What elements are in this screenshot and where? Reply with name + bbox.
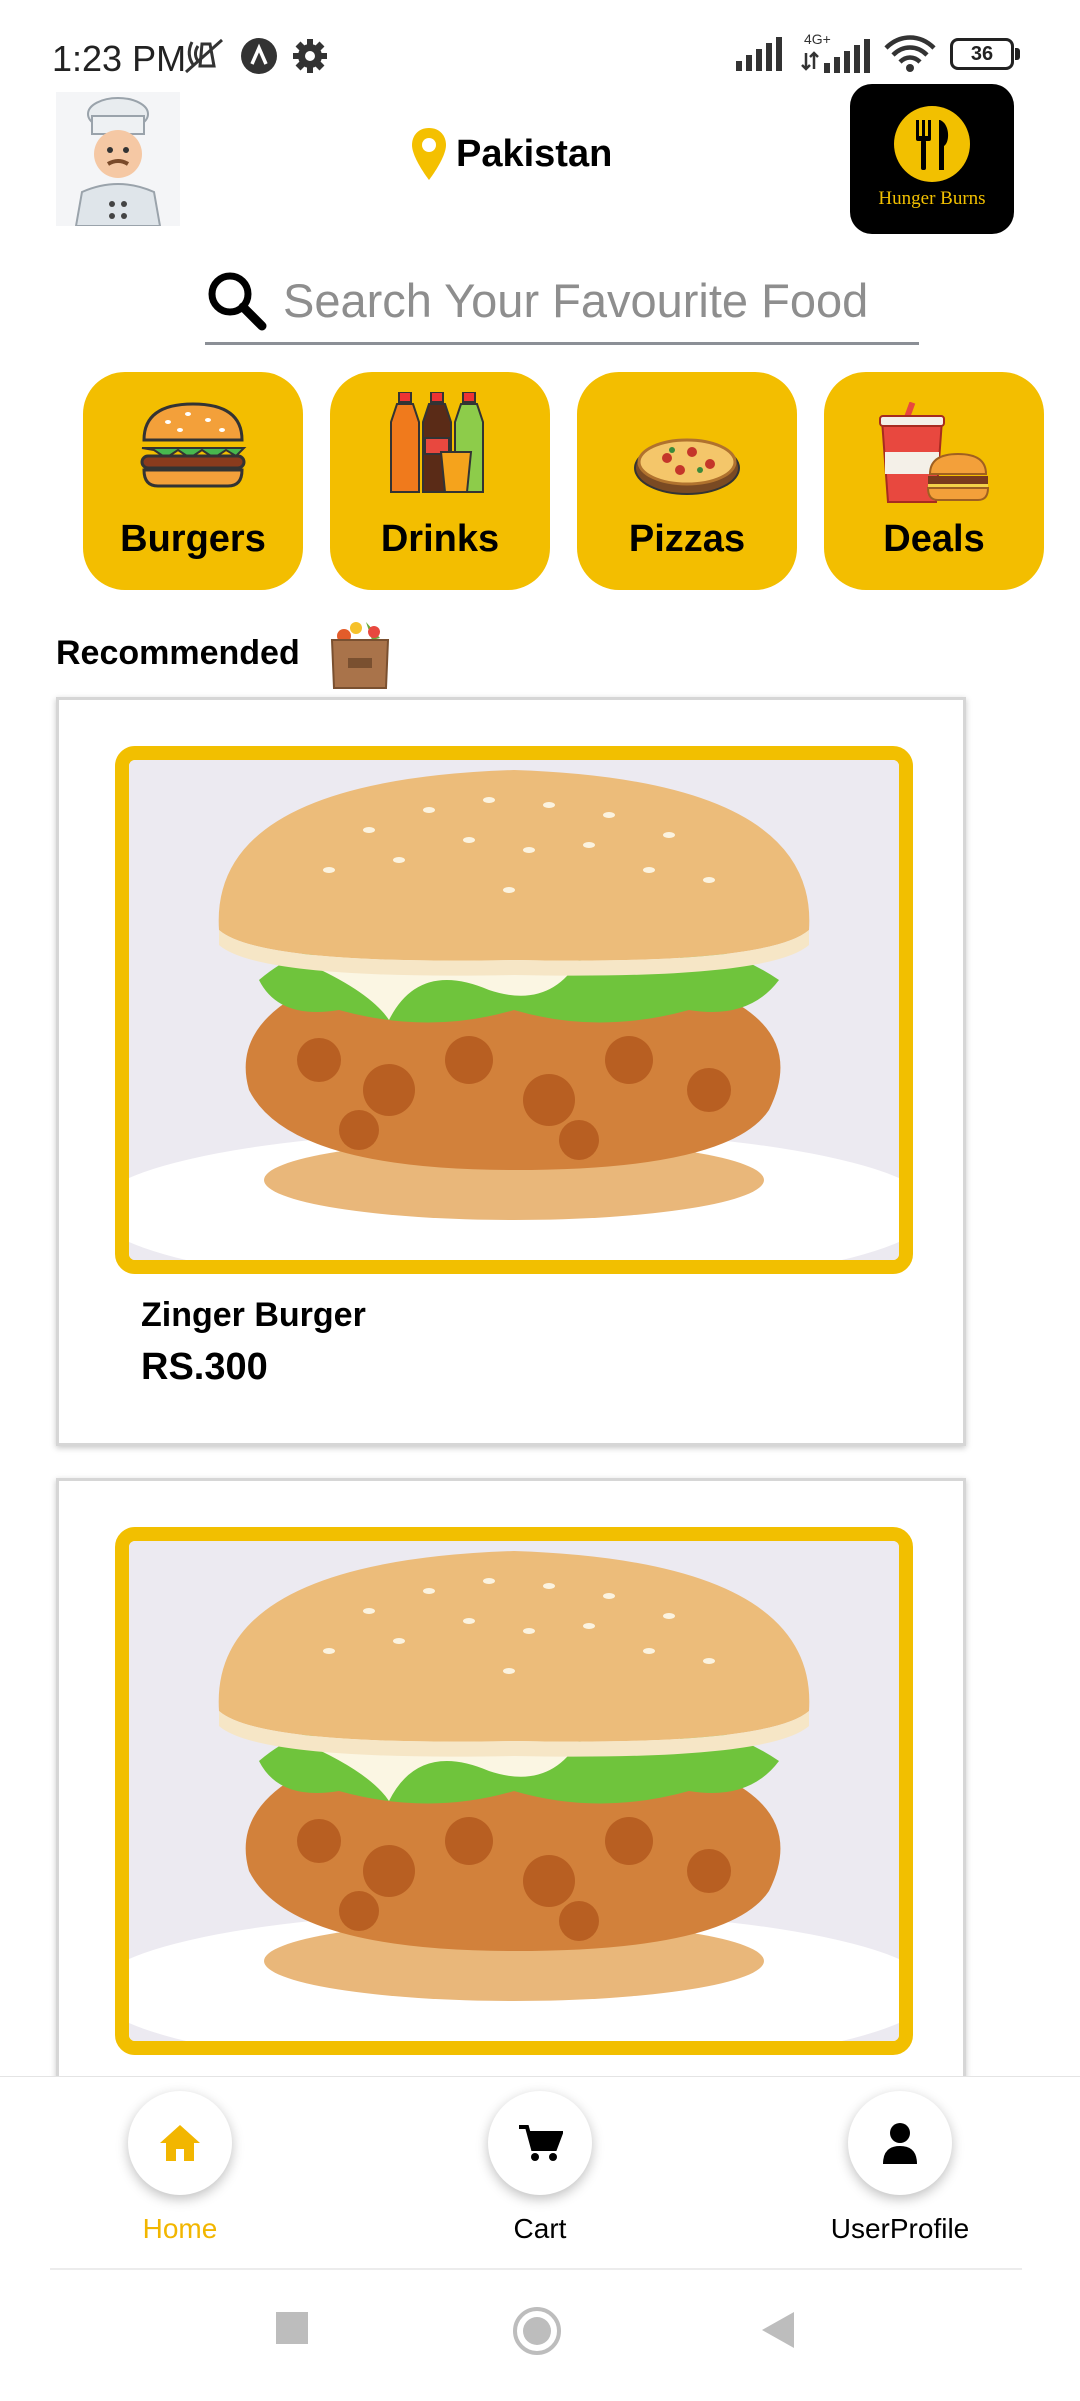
settings-icon [293,39,327,73]
logo-text: Hunger Burns [878,188,986,209]
home-system-icon[interactable] [512,2306,562,2356]
category-label: Drinks [380,518,500,560]
signal-4g-icon: 4G+ [800,31,870,73]
cart-icon [519,2125,563,2161]
search-bar[interactable] [205,258,919,345]
back-icon[interactable] [760,2310,796,2350]
food-name: Zinger Burger [141,1296,366,1334]
search-input[interactable] [281,271,905,329]
nav-home-button[interactable] [128,2091,232,2195]
nav-home[interactable]: Home [90,2091,270,2245]
food-card[interactable]: Zinger Burger RS.300 [56,697,966,1446]
deals-icon [879,402,990,503]
food-card[interactable] [56,1478,966,2098]
nav-label: Cart [513,2213,567,2244]
logo-emblem [894,106,970,182]
fork-knife-icon [916,120,949,170]
recommended-title: Recommended [56,634,300,672]
drinks-icon [390,392,484,493]
location-pin-icon [412,128,446,180]
chef-icon [56,92,180,227]
category-burgers[interactable]: Burgers [83,372,303,590]
nav-userprofile-button[interactable] [848,2091,952,2195]
nav-divider [50,2268,1022,2270]
category-label: Burgers [120,518,266,560]
category-deals[interactable]: Deals [824,372,1044,590]
category-pizzas[interactable]: Pizzas [577,372,797,590]
app-logo: Hunger Burns [850,84,1014,234]
food-image [115,1527,913,2055]
app-notification-icon [241,38,277,74]
category-label: Pizzas [628,518,746,560]
category-label: Deals [883,518,985,560]
location-label: Pakistan [456,132,613,175]
recents-icon[interactable] [274,2310,310,2346]
category-drinks[interactable]: Drinks [330,372,550,590]
nav-cart-button[interactable] [488,2091,592,2195]
status-time: 1:23 PM [52,38,187,79]
nav-userprofile[interactable]: UserProfile [810,2091,990,2245]
location-selector[interactable]: Pakistan [410,126,612,182]
food-price: RS.300 [141,1346,268,1388]
chef-avatar[interactable] [56,92,180,227]
mute-icon [185,38,223,74]
user-icon [883,2123,917,2164]
burger-icon [140,402,247,488]
nav-label: Home [142,2213,218,2244]
zinger-burger-image [129,760,899,1260]
wifi-icon [884,35,936,72]
food-image [115,746,913,1274]
battery-indicator: 36 [950,38,1020,70]
home-icon [160,2125,200,2161]
search-icon[interactable] [205,269,267,331]
pizza-icon [634,438,740,495]
signal-icon [736,37,782,71]
nav-label: UserProfile [830,2213,970,2244]
nav-cart[interactable]: Cart [450,2091,630,2245]
grocery-bag-icon [330,622,390,689]
zinger-burger-image [129,1541,899,2041]
status-left-icons [182,36,328,76]
status-right-icons: 4G+ 36 [736,31,1020,74]
